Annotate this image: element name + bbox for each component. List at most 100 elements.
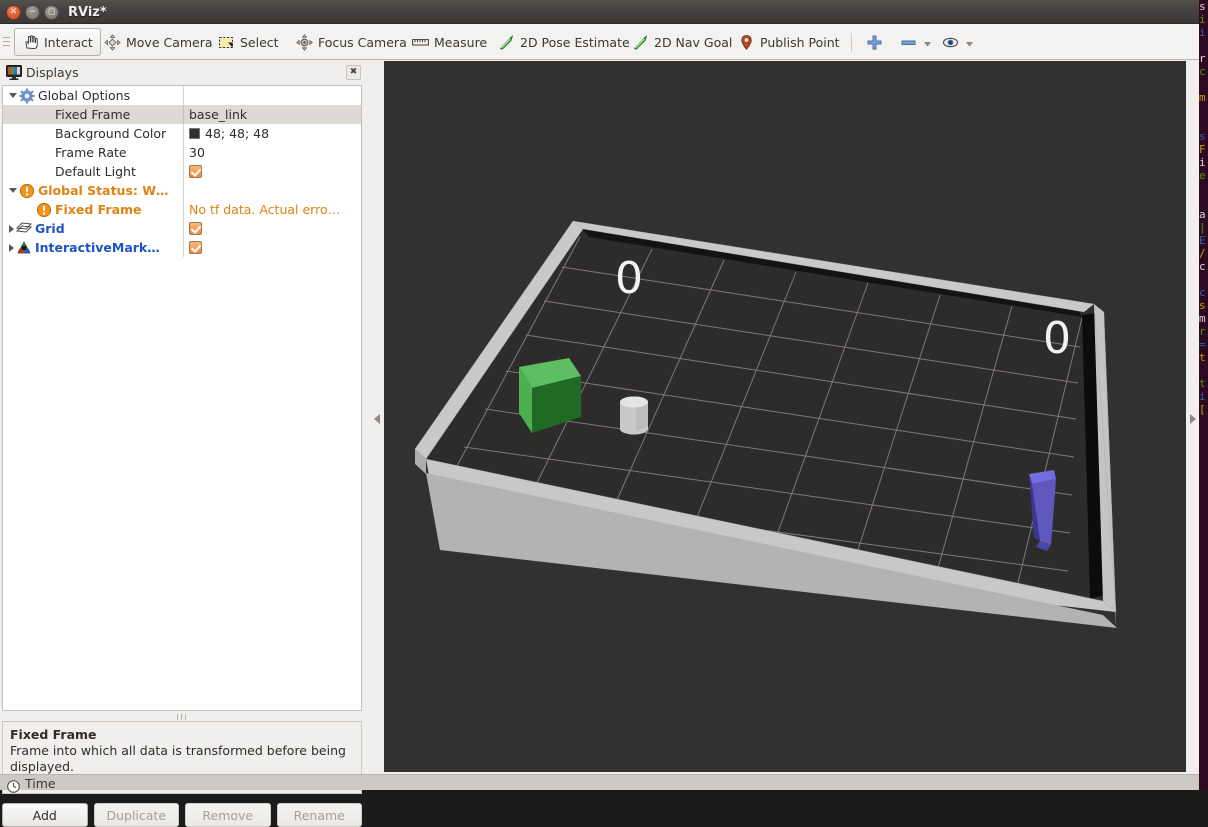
time-panel-title: Time xyxy=(25,776,56,791)
window-close-button[interactable]: ✕ xyxy=(6,5,21,20)
icon-spacer xyxy=(36,145,52,161)
rename-button: Rename xyxy=(276,803,362,827)
icon-spacer xyxy=(36,164,52,180)
close-icon[interactable]: ✖ xyxy=(346,65,361,80)
property-row[interactable]: Global Status: W… xyxy=(3,181,361,200)
toolbar-move-camera-button[interactable]: Move Camera xyxy=(96,28,221,56)
property-row[interactable]: Background Color 48; 48; 48 xyxy=(3,124,361,143)
toolbar-button-label: Select xyxy=(240,34,279,50)
map-pin-icon xyxy=(738,34,755,51)
property-value-cell[interactable] xyxy=(183,219,361,238)
property-value-cell[interactable] xyxy=(183,238,361,257)
grid-icon xyxy=(15,221,33,237)
main-toolbar: Interact Move Camera Select Focus Camera Mea… xyxy=(0,24,1199,60)
chevron-down-icon[interactable] xyxy=(9,188,17,193)
remove-button: Remove xyxy=(185,803,271,827)
property-value-cell[interactable] xyxy=(183,162,361,181)
render-view-3d[interactable]: 0 0 xyxy=(384,61,1186,772)
property-name-cell: Fixed Frame xyxy=(3,105,183,124)
toolbar-2d-pose-estimate-button[interactable]: 2D Pose Estimate xyxy=(490,28,638,56)
toolbar-button-label: Publish Point xyxy=(760,34,840,50)
property-name-cell: Background Color xyxy=(3,124,183,143)
move-camera-icon xyxy=(104,33,121,51)
toolbar-button-label: Move Camera xyxy=(126,34,213,50)
ruler-icon xyxy=(412,34,429,51)
clock-icon xyxy=(7,778,20,793)
scene-label: 0 xyxy=(615,253,643,304)
property-name-cell: Fixed Frame xyxy=(3,200,183,219)
gear-icon xyxy=(19,87,35,104)
toolbar-grip[interactable] xyxy=(3,37,10,48)
displays-header: Displays ✖ xyxy=(2,64,362,82)
toolbar-interact-button[interactable]: Interact xyxy=(14,28,101,56)
chevron-right-icon[interactable] xyxy=(9,224,14,233)
property-label: Fixed Frame xyxy=(55,202,142,217)
collapse-left-icon[interactable] xyxy=(373,410,382,426)
add-tool-button[interactable] xyxy=(858,28,891,56)
property-value-cell[interactable]: 48; 48; 48 xyxy=(183,124,361,143)
property-label: Frame Rate xyxy=(55,145,127,160)
property-row[interactable]: Fixed Frame base_link xyxy=(3,105,361,124)
toolbar-select-button[interactable]: Select xyxy=(210,28,287,56)
chevron-right-icon[interactable] xyxy=(9,243,14,252)
property-label: Grid xyxy=(35,221,65,236)
property-value-text: 48; 48; 48 xyxy=(205,126,270,141)
property-row[interactable]: InteractiveMark… xyxy=(3,238,361,257)
property-row[interactable]: Grid xyxy=(3,219,361,238)
window-maximize-button[interactable]: ◻ xyxy=(44,5,59,20)
property-value-cell[interactable]: base_link xyxy=(183,105,361,124)
twisty-spacer-icon xyxy=(25,129,34,138)
toolbar-button-label: 2D Pose Estimate xyxy=(520,34,630,50)
displays-dock: Displays ✖ Global Options Fixed Frame base… xyxy=(0,61,366,827)
time-dock: Time xyxy=(0,774,1199,793)
add-button[interactable]: Add xyxy=(2,803,88,827)
property-row[interactable]: Frame Rate 30 xyxy=(3,143,361,162)
checkbox-checked-icon[interactable] xyxy=(189,222,202,235)
window-minimize-button[interactable]: − xyxy=(25,5,40,20)
property-value-text: base_link xyxy=(189,107,248,122)
twisty-spacer-icon xyxy=(25,148,34,157)
property-label: Default Light xyxy=(55,164,136,179)
title-bar: ✕ − ◻ RViz* xyxy=(0,0,1199,24)
toolbar-measure-button[interactable]: Measure xyxy=(404,28,495,56)
nav-arrow-icon xyxy=(632,34,649,51)
property-row[interactable]: Default Light xyxy=(3,162,361,181)
toolbar-button-label: Interact xyxy=(44,34,93,50)
panel-splitter[interactable] xyxy=(2,713,362,721)
property-label: Background Color xyxy=(55,126,167,141)
checkbox-checked-icon[interactable] xyxy=(189,165,202,178)
property-tree[interactable]: Global Options Fixed Frame base_link Backgr… xyxy=(2,85,362,711)
toolbar-button-label: Measure xyxy=(434,34,488,50)
chevron-down-icon[interactable] xyxy=(964,34,975,51)
property-value-text: No tf data. Actual erro… xyxy=(189,202,341,217)
background-terminal: s i i r c m s Fi e a | E / c c s m r = t t i[ xyxy=(1199,0,1208,790)
window-title: RViz* xyxy=(68,5,107,20)
toolbar-focus-camera-button[interactable]: Focus Camera xyxy=(288,28,415,56)
description-title: Fixed Frame xyxy=(10,727,97,742)
chevron-down-icon[interactable] xyxy=(9,93,17,98)
hand-cursor-icon xyxy=(22,34,39,51)
pose-arrow-icon xyxy=(498,34,515,51)
checkbox-checked-icon[interactable] xyxy=(189,241,202,254)
property-row[interactable]: Global Options xyxy=(3,86,361,105)
toolbar-separator xyxy=(851,33,852,52)
visibility-button[interactable] xyxy=(934,28,983,56)
twisty-spacer-icon xyxy=(25,110,34,119)
property-name-cell: Grid xyxy=(3,219,183,238)
toolbar-button-label: Focus Camera xyxy=(318,34,407,50)
collapse-right-icon[interactable] xyxy=(1189,410,1198,426)
property-value-cell xyxy=(183,86,361,105)
chevron-down-icon[interactable] xyxy=(922,34,933,51)
displays-panel-title: Displays xyxy=(26,65,79,80)
toolbar-2d-nav-goal-button[interactable]: 2D Nav Goal xyxy=(624,28,740,56)
white-cylinder xyxy=(620,396,648,435)
property-value-cell[interactable]: 30 xyxy=(183,143,361,162)
property-name-cell: Global Status: W… xyxy=(3,181,183,200)
warning-icon xyxy=(36,202,52,218)
property-row[interactable]: Fixed Frame No tf data. Actual erro… xyxy=(3,200,361,219)
twisty-spacer-icon xyxy=(25,205,34,214)
icon-spacer xyxy=(36,107,52,123)
property-value-cell[interactable]: No tf data. Actual erro… xyxy=(183,200,361,219)
toolbar-publish-point-button[interactable]: Publish Point xyxy=(730,28,848,56)
property-label: InteractiveMark… xyxy=(35,240,160,255)
